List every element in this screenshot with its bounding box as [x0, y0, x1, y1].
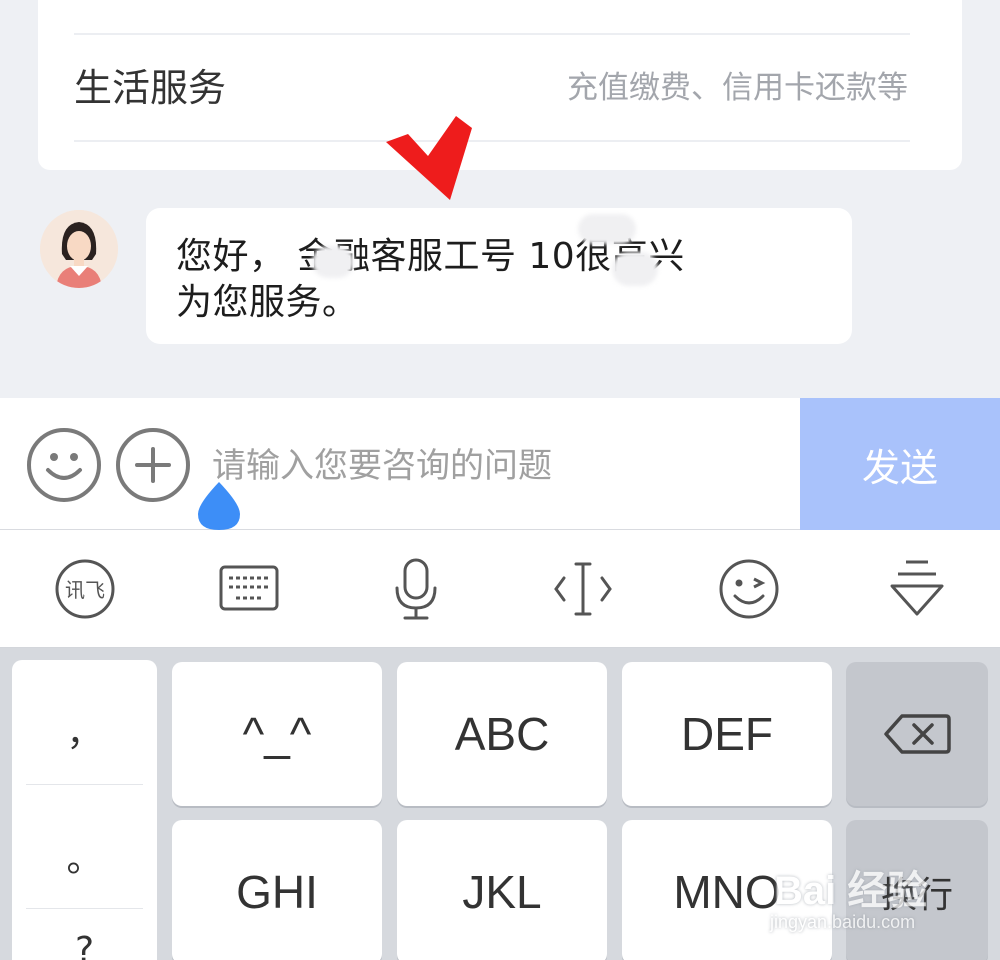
divider: [74, 33, 910, 35]
cursor-move-icon[interactable]: [550, 556, 616, 622]
service-description: 充值缴费、信用卡还款等: [567, 70, 908, 106]
plus-icon: [135, 447, 171, 483]
symbol-key-period[interactable]: 。: [12, 830, 157, 882]
send-button[interactable]: 发送: [800, 398, 1000, 530]
chat-input-bar: 发送: [0, 398, 1000, 530]
key-jkl[interactable]: JKL: [397, 820, 607, 960]
redaction-smudge: [578, 214, 636, 244]
text-cursor-handle[interactable]: [192, 482, 246, 530]
key-ghi[interactable]: GHI: [172, 820, 382, 960]
key-emoticon[interactable]: ^_^: [172, 662, 382, 806]
agent-avatar[interactable]: [40, 210, 118, 288]
key-abc[interactable]: ABC: [397, 662, 607, 806]
keyboard-icon[interactable]: [216, 556, 282, 622]
xunfei-logo-icon[interactable]: 讯飞: [52, 556, 118, 622]
redaction-smudge: [612, 252, 658, 286]
watermark-url: jingyan.baidu.com: [770, 912, 916, 932]
wink-emoji-icon[interactable]: [716, 556, 782, 622]
chat-message-line: 为您服务。: [176, 282, 359, 323]
symbol-key-more[interactable]: ?: [12, 930, 157, 960]
divider: [26, 908, 143, 909]
svg-text:讯飞: 讯飞: [65, 578, 105, 602]
agent-avatar-icon: [40, 210, 118, 288]
emoji-button[interactable]: [27, 428, 101, 502]
redaction-smudge: [312, 246, 354, 278]
smile-icon: [46, 453, 82, 480]
backspace-icon: [884, 714, 951, 754]
chat-message-line: 您好， 金融客服工号 10很高兴: [176, 236, 685, 277]
red-arrow-annotation: [386, 116, 472, 200]
microphone-icon[interactable]: [383, 556, 449, 622]
divider: [74, 140, 910, 142]
backspace-key[interactable]: [846, 662, 988, 806]
keyboard-toolbar: 讯飞: [0, 530, 1000, 648]
add-attachment-button[interactable]: [116, 428, 190, 502]
life-service-card[interactable]: 生活服务 充值缴费、信用卡还款等: [38, 0, 962, 170]
baidu-jingyan-watermark: Bai 经验 jingyan.baidu.com: [770, 850, 990, 940]
key-def[interactable]: DEF: [622, 662, 832, 806]
symbol-column[interactable]: ， 。 ?: [12, 660, 157, 960]
collapse-keyboard-icon[interactable]: [884, 556, 950, 622]
service-title: 生活服务: [74, 66, 227, 110]
chat-message-bubble: 您好， 金融客服工号 10很高兴 为您服务。: [146, 208, 852, 344]
watermark-brand: Bai 经验: [774, 869, 928, 913]
symbol-key-comma[interactable]: ，: [12, 704, 157, 756]
question-input[interactable]: [212, 434, 782, 498]
divider: [26, 784, 143, 785]
